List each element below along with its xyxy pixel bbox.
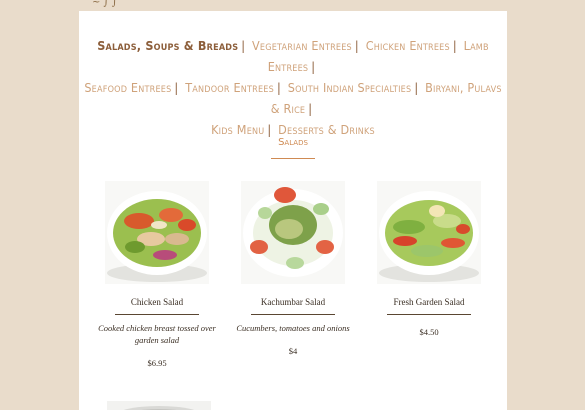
nav-chicken-entrees[interactable]: Chicken Entrees [366, 38, 450, 53]
nav-separator: | [276, 80, 281, 95]
item-price: $4 [288, 346, 298, 356]
nav-vegetarian-entrees[interactable]: Vegetarian Entrees [252, 38, 352, 53]
item-name: Kachumbar Salad [260, 297, 326, 307]
item-description: Cooked chicken breast tossed over garden… [98, 323, 216, 345]
section-divider [271, 158, 315, 159]
next-item-photo-image [123, 406, 195, 410]
nav-tandoor-entrees[interactable]: Tandoor Entrees [185, 80, 274, 95]
nav-separator: | [174, 80, 179, 95]
menu-item-kachumbar-salad: Kachumbar Salad Cucumbers, tomatoes and … [236, 181, 350, 356]
item-name: Fresh Garden Salad [393, 297, 465, 307]
menu-item-chicken-salad: Chicken Salad Cooked chicken breast toss… [98, 181, 216, 368]
item-divider [115, 314, 199, 315]
item-price: $6.95 [147, 358, 167, 368]
nav-separator: | [311, 59, 316, 74]
item-name: Chicken Salad [130, 297, 184, 307]
menu-panel: Salads, Soups & Breads | Vegetarian Entre… [79, 11, 507, 410]
logo-fragment: ~ ∫ ∫ [92, 0, 118, 8]
nav-separator: | [267, 122, 272, 137]
nav-seafood-entrees[interactable]: Seafood Entrees [84, 80, 171, 95]
item-divider [251, 314, 335, 315]
nav-separator: | [452, 38, 457, 53]
item-description: Cucumbers, tomatoes and onions [236, 323, 350, 333]
nav-south-indian-specialties[interactable]: South Indian Specialties [288, 80, 412, 95]
nav-separator: | [241, 38, 246, 53]
nav-salads-soups-breads[interactable]: Salads, Soups & Breads [97, 38, 238, 53]
category-nav: Salads, Soups & Breads | Vegetarian Entre… [79, 35, 507, 140]
item-price: $4.50 [419, 327, 439, 337]
next-item-photo[interactable] [107, 401, 211, 410]
nav-kids-menu[interactable]: Kids Menu [211, 122, 264, 137]
section-title: Salads [278, 137, 308, 148]
nav-separator: | [308, 101, 313, 116]
item-divider [387, 314, 471, 315]
nav-separator: | [354, 38, 359, 53]
menu-item-fresh-garden-salad: Fresh Garden Salad $4.50 [377, 181, 481, 337]
nav-separator: | [414, 80, 419, 95]
garden-salad-photo[interactable] [377, 181, 481, 284]
kachumbar-salad-photo[interactable] [241, 181, 345, 284]
chicken-salad-photo[interactable] [105, 181, 209, 284]
nav-desserts-drinks[interactable]: Desserts & Drinks [278, 122, 375, 137]
